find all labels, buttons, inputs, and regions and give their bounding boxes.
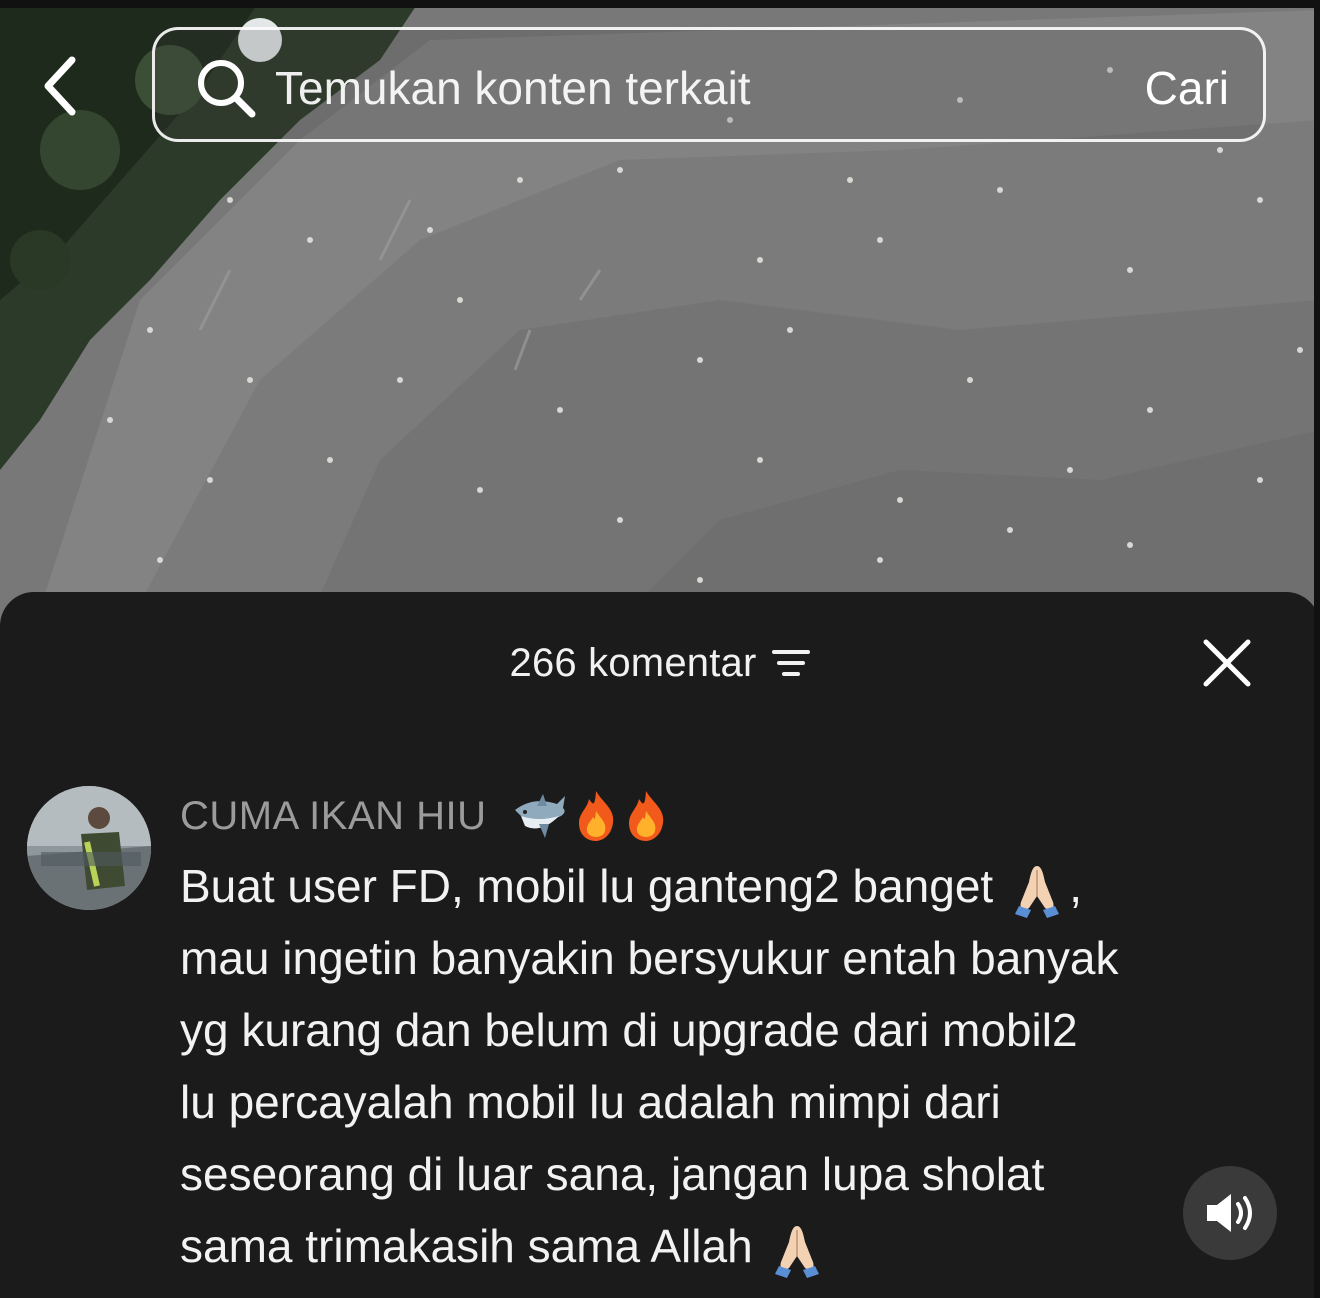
comment-line: Buat user FD, mobil lu ganteng2 banget , — [180, 850, 1290, 922]
close-icon[interactable] — [1200, 636, 1254, 690]
avatar[interactable] — [27, 786, 151, 910]
right-edge — [1314, 0, 1320, 1298]
username-row: CUMA IKAN HIU — [180, 786, 669, 846]
comment-text: Buat user FD, mobil lu ganteng2 banget ,… — [180, 850, 1290, 1282]
comment-line-text: sama trimakasih sama Allah — [180, 1220, 753, 1272]
fire-emoji — [578, 791, 613, 841]
comment-line-text: Buat user FD, mobil lu ganteng2 banget — [180, 860, 994, 912]
comment-line: seseorang di luar sana, jangan lupa shol… — [180, 1148, 1045, 1200]
comments-header: 266 komentar — [0, 628, 1320, 698]
shark-emoji — [514, 794, 565, 838]
comment-line: mau ingetin banyakin bersyukur entah ban… — [180, 932, 1119, 984]
back-button[interactable] — [28, 50, 92, 122]
avatar-image — [27, 786, 151, 910]
search-input[interactable] — [273, 52, 1077, 124]
sound-button[interactable] — [1183, 1166, 1277, 1260]
username-emojis — [511, 789, 669, 843]
comment-line: yg kurang dan belum di upgrade dari mobi… — [180, 1004, 1078, 1056]
praying-hands-emoji — [1015, 865, 1060, 918]
comment-line-text: , — [1069, 860, 1082, 912]
comments-panel: 266 komentar CUMA IKAN HIU Buat user FD,… — [0, 592, 1320, 1298]
chevron-left-icon — [44, 56, 76, 116]
fire-emoji — [628, 791, 663, 841]
search-bar[interactable]: Cari — [152, 27, 1266, 142]
comment-count: 266 komentar — [509, 640, 757, 685]
search-button[interactable]: Cari — [1145, 58, 1229, 118]
praying-hands-emoji — [774, 1225, 819, 1278]
top-edge — [0, 0, 1320, 8]
filter-icon[interactable] — [771, 646, 811, 680]
search-icon — [198, 60, 256, 118]
comment-line: sama trimakasih sama Allah — [180, 1210, 1290, 1282]
comment-username[interactable]: CUMA IKAN HIU — [180, 794, 487, 839]
speaker-icon — [1207, 1194, 1252, 1232]
comment-line: lu percayalah mobil lu adalah mimpi dari — [180, 1076, 1001, 1128]
